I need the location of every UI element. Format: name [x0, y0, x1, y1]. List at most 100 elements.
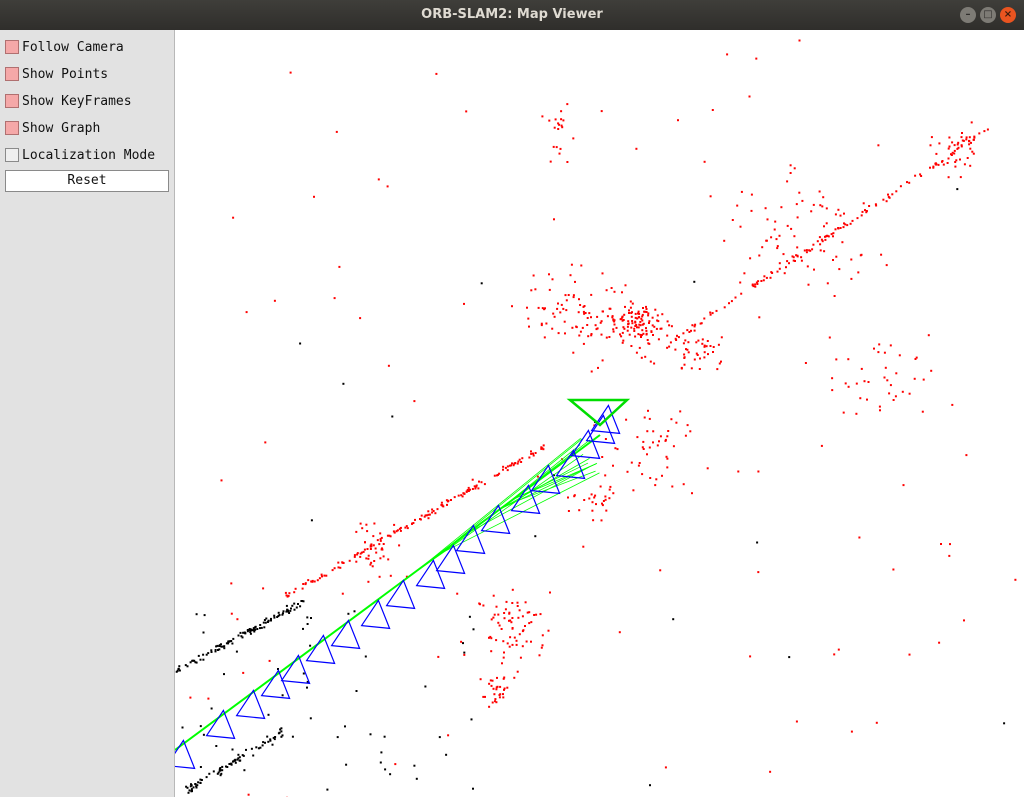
map-point — [645, 308, 648, 310]
map-point — [554, 118, 557, 121]
map-point — [556, 307, 559, 310]
map-point — [195, 786, 198, 789]
map-point — [626, 329, 629, 332]
map-point — [243, 769, 246, 772]
map-point — [631, 320, 634, 322]
map-point — [373, 560, 376, 562]
localization-mode-checkbox[interactable]: Localization Mode — [5, 146, 155, 164]
map-point — [835, 358, 838, 361]
map-point — [720, 336, 723, 339]
map-3d-view[interactable] — [175, 30, 1024, 797]
map-point — [318, 577, 321, 580]
map-point — [914, 174, 917, 177]
map-point — [220, 645, 223, 648]
map-point — [302, 672, 305, 675]
map-point — [345, 763, 348, 766]
map-point — [908, 181, 911, 184]
map-point — [234, 761, 237, 764]
map-point — [615, 326, 618, 329]
map-point — [645, 332, 648, 335]
follow-camera-box[interactable] — [5, 40, 19, 54]
map-point — [348, 559, 351, 562]
map-point — [718, 362, 721, 365]
map-point — [488, 682, 491, 685]
map-point — [672, 445, 675, 448]
map-point — [935, 152, 938, 155]
map-point — [384, 768, 387, 771]
map-point — [796, 216, 799, 219]
map-point — [762, 279, 765, 282]
show-keyframes-checkbox[interactable]: Show KeyFrames — [5, 92, 132, 110]
map-point — [805, 251, 808, 254]
map-point — [306, 616, 309, 619]
map-point — [651, 324, 654, 327]
map-point — [605, 289, 608, 292]
map-point — [655, 327, 658, 330]
map-point — [641, 323, 644, 326]
map-point — [377, 178, 380, 181]
map-point — [621, 291, 623, 294]
map-point — [199, 658, 202, 661]
title-bar[interactable]: ORB-SLAM2: Map Viewer – □ × — [0, 0, 1024, 30]
map-point — [515, 639, 518, 642]
map-point — [590, 370, 593, 373]
map-point — [685, 348, 687, 351]
map-point — [361, 527, 364, 530]
reset-button[interactable]: Reset — [5, 170, 169, 192]
map-point — [302, 600, 305, 603]
map-viewer-canvas[interactable] — [175, 30, 1024, 797]
map-point — [795, 720, 798, 723]
map-point — [588, 497, 591, 500]
map-point — [311, 580, 314, 583]
map-point — [516, 462, 519, 465]
map-point — [237, 634, 240, 637]
map-point — [601, 456, 604, 458]
show-graph-checkbox[interactable]: Show Graph — [5, 119, 100, 137]
map-point — [265, 617, 268, 620]
show-points-checkbox[interactable]: Show Points — [5, 65, 108, 83]
map-point — [386, 185, 389, 188]
close-icon[interactable]: × — [1000, 7, 1016, 23]
show-graph-box[interactable] — [5, 121, 19, 135]
map-point — [953, 149, 956, 152]
map-point — [367, 580, 370, 583]
map-point — [612, 492, 615, 495]
show-keyframes-box[interactable] — [5, 94, 19, 108]
map-point — [899, 185, 902, 188]
map-point — [263, 626, 266, 629]
map-point — [621, 315, 624, 318]
map-point — [244, 632, 247, 635]
show-points-box[interactable] — [5, 67, 19, 81]
follow-camera-checkbox[interactable]: Follow Camera — [5, 38, 124, 56]
localization-mode-box[interactable] — [5, 148, 19, 162]
maximize-icon[interactable]: □ — [980, 7, 996, 23]
map-point — [490, 637, 493, 640]
map-point — [230, 762, 233, 765]
map-point — [613, 290, 616, 293]
map-point — [965, 136, 968, 139]
map-point — [571, 326, 574, 329]
map-point — [629, 306, 632, 309]
map-point — [709, 311, 712, 314]
map-point — [938, 142, 941, 145]
map-point — [557, 128, 560, 130]
map-point — [726, 53, 729, 56]
map-point — [202, 733, 205, 736]
map-point — [488, 705, 491, 708]
map-point — [577, 311, 580, 314]
map-point — [895, 190, 898, 193]
map-point — [532, 454, 535, 457]
map-point — [559, 147, 562, 150]
map-point — [364, 655, 367, 658]
map-point — [983, 130, 986, 133]
map-point — [463, 492, 466, 495]
map-point — [307, 579, 310, 582]
minimize-icon[interactable]: – — [960, 7, 976, 23]
map-point — [294, 587, 297, 590]
map-point — [382, 543, 385, 545]
map-point — [895, 372, 898, 375]
map-point — [849, 222, 852, 225]
map-point — [968, 143, 971, 146]
map-point — [562, 119, 565, 122]
map-point — [858, 536, 861, 539]
